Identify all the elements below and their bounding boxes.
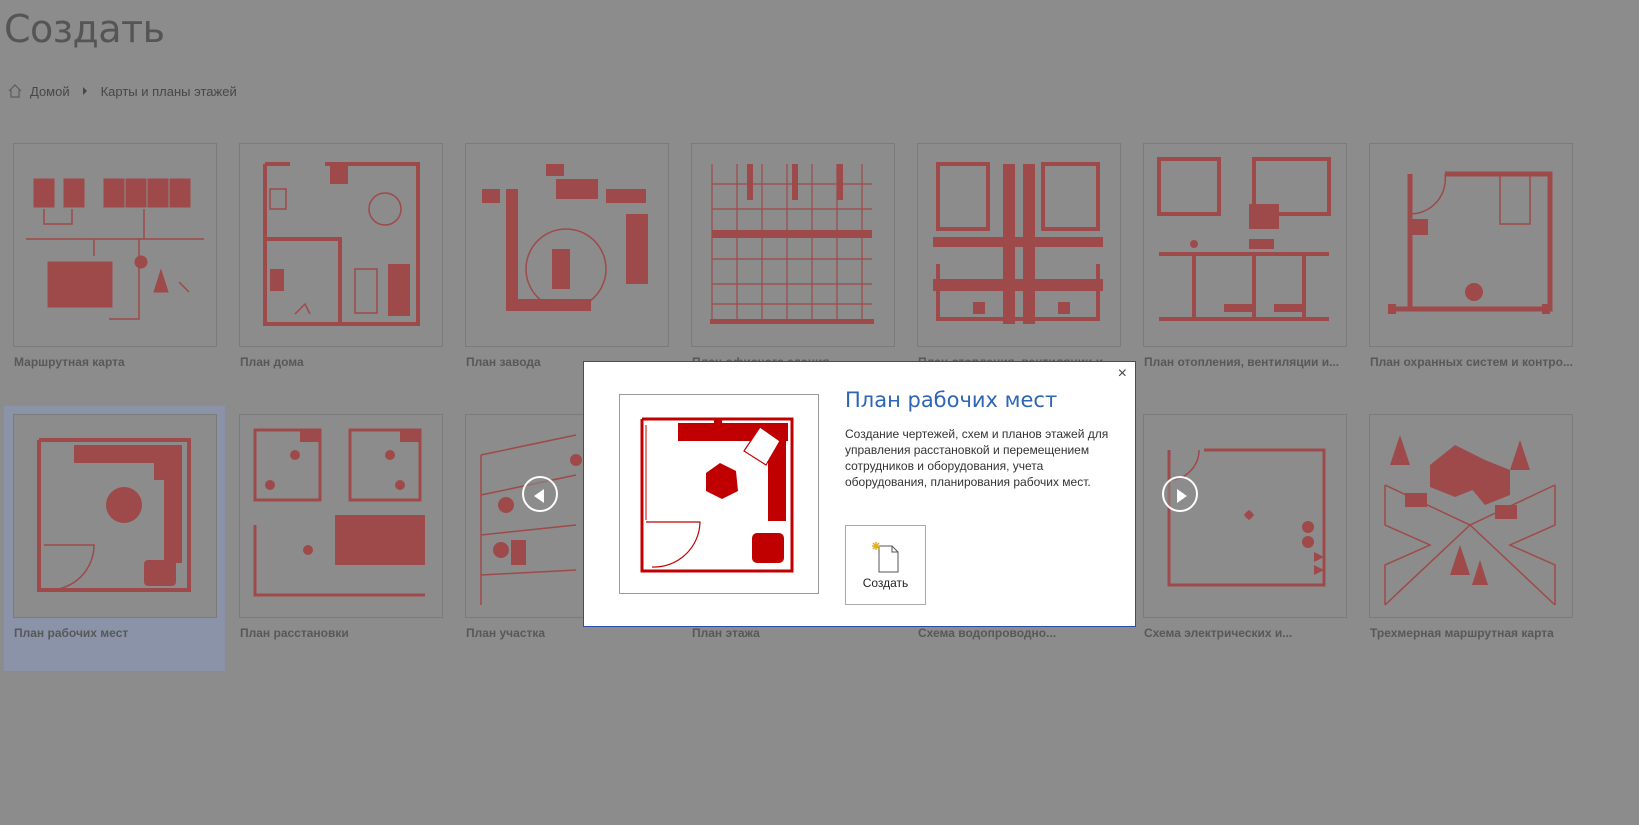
- template-tile-office-building[interactable]: [691, 143, 895, 347]
- security-plan-thumbnail-icon: [1388, 171, 1553, 314]
- template-label[interactable]: План этажа: [692, 626, 907, 640]
- template-label[interactable]: Трехмерная маршрутная карта: [1370, 626, 1585, 640]
- arrow-left-icon: [534, 489, 544, 503]
- template-tile-workplace-plan[interactable]: [13, 414, 217, 618]
- home-plan-thumbnail-icon: [263, 162, 420, 326]
- template-title: План рабочих мест: [845, 388, 1058, 412]
- template-label[interactable]: Схема электрических и...: [1144, 626, 1359, 640]
- layout-plan-thumbnail-icon: [253, 428, 425, 597]
- hvac-plan-thumbnail-icon: [1157, 157, 1331, 321]
- next-template-button[interactable]: [1162, 476, 1198, 512]
- factory-plan-thumbnail-icon: [482, 164, 648, 311]
- hvac-plan-thumbnail-icon: [933, 162, 1103, 324]
- template-description: Создание чертежей, схем и планов этажей …: [845, 427, 1109, 489]
- template-label[interactable]: План дома: [240, 355, 455, 369]
- create-button[interactable]: Создать: [845, 525, 926, 605]
- template-tile-electrical-plan[interactable]: [1143, 414, 1347, 618]
- breadcrumb-current: Карты и планы этажей: [100, 83, 237, 99]
- arrow-right-icon: [1177, 489, 1187, 503]
- template-preview-dialog: × План рабочих мест Создание чертежей, с…: [583, 361, 1136, 627]
- new-document-icon: [871, 542, 898, 573]
- page-title: Создать: [4, 7, 165, 51]
- breadcrumb: Домой Карты и планы этажей: [7, 83, 237, 99]
- template-preview-image: [619, 394, 819, 594]
- office-building-thumbnail-icon: [710, 164, 874, 324]
- close-icon[interactable]: ×: [1118, 365, 1127, 383]
- template-tile-layout-plan[interactable]: [239, 414, 443, 618]
- template-tile-3d-route-map[interactable]: [1369, 414, 1573, 618]
- template-label[interactable]: План расстановки: [240, 626, 455, 640]
- chevron-right-icon: [82, 87, 87, 95]
- workplace-plan-thumbnail-icon: [37, 438, 191, 592]
- template-label[interactable]: План охранных систем и контро...: [1370, 355, 1585, 369]
- previous-template-button[interactable]: [522, 476, 558, 512]
- template-label[interactable]: Схема водопроводно...: [918, 626, 1133, 640]
- template-tile-hvac-plan-2[interactable]: [1143, 143, 1347, 347]
- create-button-label: Создать: [862, 576, 909, 590]
- template-tile-home-plan[interactable]: [239, 143, 443, 347]
- home-icon[interactable]: [7, 83, 23, 99]
- 3d-route-map-thumbnail-icon: [1384, 435, 1556, 606]
- template-tile-security-plan[interactable]: [1369, 143, 1573, 347]
- template-label[interactable]: Маршрутная карта: [14, 355, 229, 369]
- route-map-thumbnail-icon: [26, 178, 204, 320]
- template-label[interactable]: План отопления, вентиляции и...: [1144, 355, 1359, 369]
- template-tile-factory-plan[interactable]: [465, 143, 669, 347]
- workplace-plan-preview-icon: [640, 417, 794, 573]
- template-label[interactable]: План участка: [466, 626, 681, 640]
- template-tile-route-map[interactable]: [13, 143, 217, 347]
- electrical-plan-thumbnail-icon: [1167, 448, 1326, 587]
- template-label[interactable]: План рабочих мест: [14, 626, 229, 640]
- breadcrumb-home[interactable]: Домой: [30, 84, 70, 99]
- template-tile-hvac-plan-1[interactable]: [917, 143, 1121, 347]
